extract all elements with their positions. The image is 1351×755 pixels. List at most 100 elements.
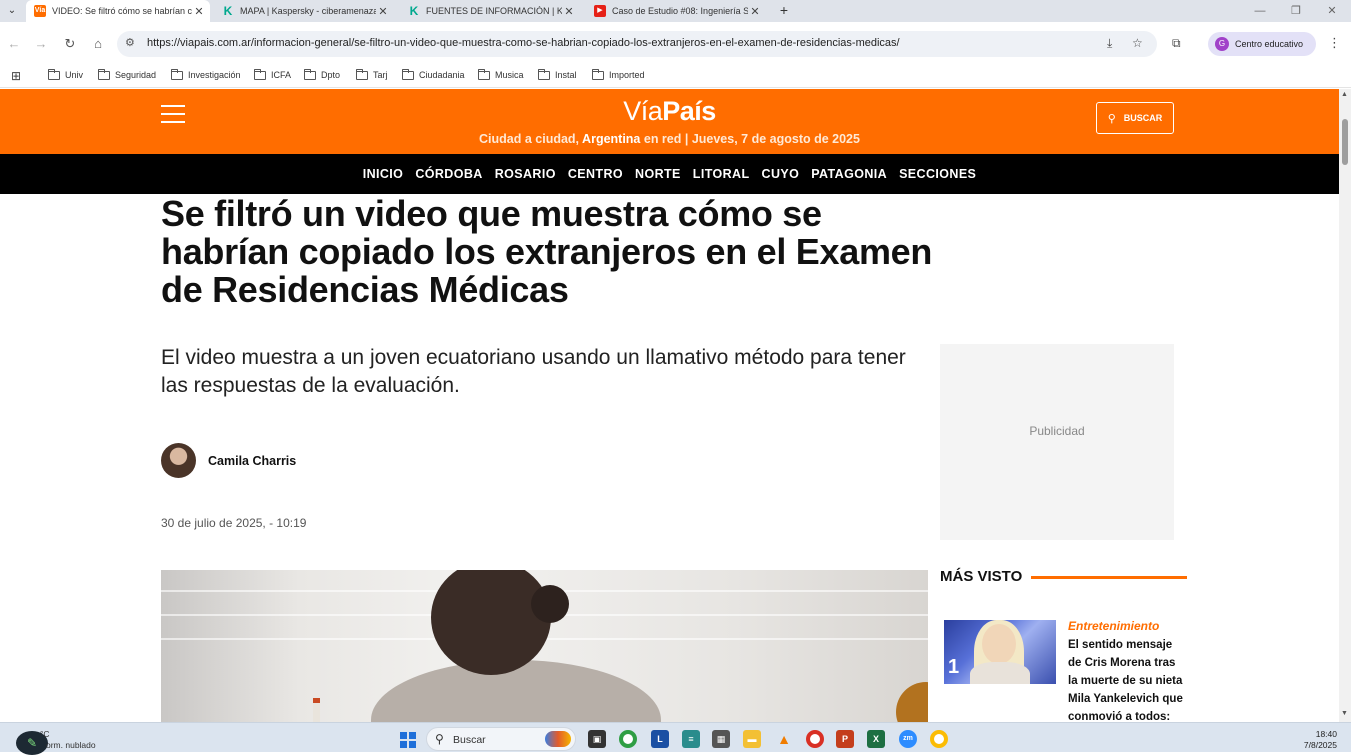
article-hero-video[interactable] <box>161 570 928 722</box>
nav-litoral[interactable]: LITORAL <box>687 167 756 181</box>
bookmark-label: Imported <box>609 70 645 80</box>
bookmark-folder[interactable]: Tarj <box>356 68 388 80</box>
calculator-icon[interactable]: ▦ <box>712 730 730 748</box>
close-tab-icon[interactable]: ✕ <box>748 5 762 18</box>
ad-slot[interactable]: Publicidad <box>940 344 1174 540</box>
scroll-down-arrow-icon[interactable]: ▼ <box>1341 710 1348 717</box>
restore-window-icon[interactable]: ❐ <box>1288 3 1304 19</box>
nav-rosario[interactable]: ROSARIO <box>489 167 562 181</box>
nav-cuyo[interactable]: CUYO <box>756 167 806 181</box>
most-viewed-title[interactable]: El sentido mensaje de Cris Morena tras l… <box>1068 636 1188 722</box>
task-view-icon[interactable]: ▣ <box>588 730 606 748</box>
search-highlight-icon <box>545 731 571 747</box>
excel-icon[interactable]: X <box>867 730 885 748</box>
tab-kaspersky-mapa[interactable]: K MAPA | Kaspersky - ciberamenaza ✕ <box>214 0 394 22</box>
vlc-icon[interactable]: ▲ <box>775 730 793 748</box>
search-button[interactable]: ⚲ BUSCAR <box>1096 102 1174 134</box>
folder-icon <box>402 68 414 80</box>
profile-label: Centro educativo <box>1235 39 1304 49</box>
author-avatar[interactable] <box>161 443 196 478</box>
logo-part: País <box>662 96 716 126</box>
bookmark-star-icon[interactable]: ☆ <box>1132 36 1143 50</box>
bookmark-folder[interactable]: Ciudadania <box>402 68 465 80</box>
bookmark-folder[interactable]: Musica <box>478 68 524 80</box>
article-lede: El video muestra a un joven ecuatoriano … <box>161 346 906 397</box>
tagline-part: en red | Jueves, 7 de agosto de 2025 <box>640 132 860 146</box>
logo-part: Vía <box>623 96 663 126</box>
folder-icon <box>592 68 604 80</box>
most-viewed-rank: 1 <box>948 656 960 678</box>
bookmark-label: Musica <box>495 70 524 80</box>
nav-cordoba[interactable]: CÓRDOBA <box>409 167 488 181</box>
ad-label: Publicidad <box>1029 424 1085 438</box>
address-bar[interactable]: ⚙ https://viapais.com.ar/informacion-gen… <box>117 31 1157 57</box>
home-icon[interactable]: ⌂ <box>90 36 106 52</box>
file-explorer-icon[interactable]: ▬ <box>743 730 761 748</box>
close-tab-icon[interactable]: ✕ <box>376 5 390 18</box>
folder-icon <box>171 68 183 80</box>
url-text[interactable]: https://viapais.com.ar/informacion-gener… <box>147 37 900 49</box>
bookmarks-bar: ⊞ Univ Seguridad Investigación ICFA Dpto… <box>0 66 1351 88</box>
zoom-icon[interactable]: zm <box>899 730 917 748</box>
windows-start-icon[interactable] <box>400 732 416 748</box>
tab-viapais[interactable]: Vía VIDEO: Se filtró cómo se habrían c ✕ <box>26 0 210 22</box>
bookmark-folder[interactable]: Imported <box>592 68 645 80</box>
nav-patagonia[interactable]: PATAGONIA <box>805 167 893 181</box>
most-viewed-thumbnail[interactable]: 1 <box>944 620 1056 684</box>
chrome-alt-icon[interactable] <box>930 730 948 748</box>
tab-search-chevron-icon[interactable]: ⌄ <box>4 3 20 19</box>
nav-secciones[interactable]: SECCIONES <box>893 167 982 181</box>
tab-title: MAPA | Kaspersky - ciberamenaza <box>240 6 376 16</box>
bookmark-folder[interactable]: ICFA <box>254 68 291 80</box>
weather-temp[interactable]: °C <box>40 729 50 739</box>
scroll-up-arrow-icon[interactable]: ▲ <box>1341 91 1348 98</box>
windows-taskbar: ✎ °C orm. nublado ⚲ Buscar ▣ L ≡ ▦ ▬ ▲ P… <box>0 722 1351 755</box>
site-info-icon[interactable]: ⚙ <box>125 36 135 49</box>
bookmark-label: Univ <box>65 70 84 80</box>
nav-norte[interactable]: NORTE <box>629 167 687 181</box>
tab-title: VIDEO: Se filtró cómo se habrían c <box>52 6 192 16</box>
forward-arrow-icon[interactable]: → <box>33 36 49 52</box>
bookmark-folder[interactable]: Investigación <box>171 68 241 80</box>
folder-icon <box>538 68 550 80</box>
weather-text[interactable]: orm. nublado <box>46 740 96 750</box>
bookmark-folder[interactable]: Dpto <box>304 68 340 80</box>
extensions-puzzle-icon[interactable]: ⧉ <box>1172 36 1181 51</box>
powerpoint-icon[interactable]: P <box>836 730 854 748</box>
close-window-icon[interactable]: ✕ <box>1324 3 1340 19</box>
scroll-thumb[interactable] <box>1342 119 1348 165</box>
most-viewed-category[interactable]: Entretenimiento <box>1068 619 1159 633</box>
browser-menu-kebab-icon[interactable]: ⋮ <box>1328 35 1341 51</box>
bookmark-label: Seguridad <box>115 70 157 80</box>
article-dateline: 30 de julio de 2025, - 10:19 <box>161 516 306 530</box>
back-arrow-icon[interactable]: ← <box>6 36 22 52</box>
pen-illustration <box>313 698 320 722</box>
apps-grid-icon[interactable]: ⊞ <box>11 69 21 83</box>
reload-icon[interactable]: ↻ <box>62 36 78 52</box>
author-name[interactable]: Camila Charris <box>208 454 296 468</box>
folder-icon <box>356 68 368 80</box>
bookmark-folder[interactable]: Univ <box>48 68 84 80</box>
install-app-icon[interactable]: ⤓ <box>1107 36 1112 51</box>
minimize-window-icon[interactable]: — <box>1252 3 1268 19</box>
profile-button[interactable]: G Centro educativo <box>1208 32 1316 56</box>
notepad-icon[interactable]: ≡ <box>682 730 700 748</box>
article-author[interactable]: Camila Charris <box>161 443 296 478</box>
new-tab-plus-icon[interactable]: + <box>776 2 792 18</box>
bookmark-folder[interactable]: Seguridad <box>98 68 157 80</box>
chrome-icon[interactable] <box>619 730 637 748</box>
taskbar-search[interactable]: ⚲ Buscar <box>426 727 576 751</box>
nav-inicio[interactable]: INICIO <box>357 167 410 181</box>
page-scrollbar[interactable]: ▲ ▼ <box>1339 89 1351 722</box>
close-tab-icon[interactable]: ✕ <box>192 5 206 18</box>
bookmark-folder[interactable]: Instal <box>538 68 577 80</box>
close-tab-icon[interactable]: ✕ <box>562 5 576 18</box>
app-l-icon[interactable]: L <box>651 730 669 748</box>
taskbar-clock[interactable]: 18:40 7/8/2025 <box>1295 729 1337 751</box>
tab-kaspersky-fuentes[interactable]: K FUENTES DE INFORMACIÓN | Kasp ✕ <box>400 0 580 22</box>
nav-centro[interactable]: CENTRO <box>562 167 629 181</box>
chrome-profile-icon[interactable] <box>806 730 824 748</box>
tab-youtube-caso-estudio[interactable]: ▶ Caso de Estudio #08: Ingeniería So ✕ <box>586 0 766 22</box>
tab-strip: ⌄ Vía VIDEO: Se filtró cómo se habrían c… <box>0 0 1351 22</box>
profile-avatar: G <box>1215 37 1229 51</box>
